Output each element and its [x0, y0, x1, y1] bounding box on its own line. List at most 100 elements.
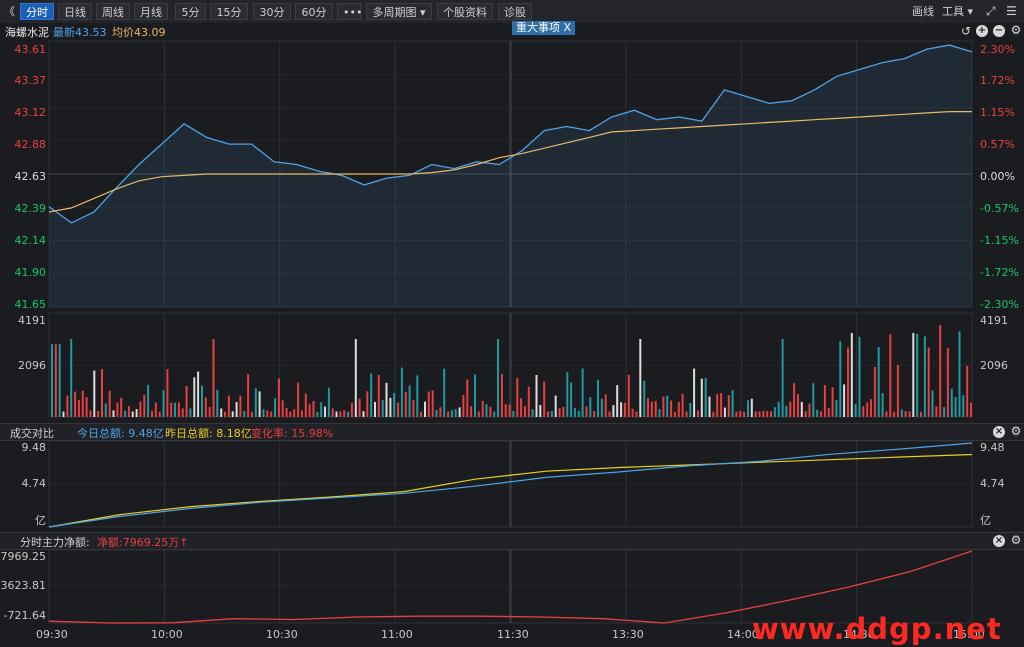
pct-tick: -1.15%: [980, 234, 1019, 247]
close-panel-icon[interactable]: ×: [993, 426, 1005, 438]
volume-bar: [316, 411, 319, 417]
volume-bar: [808, 403, 811, 417]
volume-bar: [620, 402, 623, 417]
pct-tick: 0.57%: [980, 138, 1015, 151]
price-tick: 42.39: [14, 202, 47, 215]
volume-bar: [458, 407, 461, 417]
volume-bar: [185, 386, 188, 417]
volume-bar: [327, 387, 330, 417]
time-tick: 11:00: [381, 628, 413, 641]
volume-bar: [204, 397, 207, 417]
price-tick: 42.63: [14, 170, 47, 183]
volume-bar: [662, 396, 665, 417]
volume-bar: [66, 395, 69, 417]
volume-bar: [631, 408, 634, 417]
volume-bar: [643, 380, 646, 417]
volume-bar: [570, 382, 573, 417]
volume-bar: [743, 411, 746, 417]
volume-bar: [189, 408, 192, 417]
volume-bar: [216, 389, 219, 417]
volume-bar: [727, 395, 730, 417]
volume-bar: [870, 399, 872, 417]
volume-bar: [420, 411, 423, 417]
volume-bar: [912, 333, 915, 417]
volume-bar: [435, 409, 438, 417]
volume-bar: [881, 393, 884, 417]
volume-bar: [166, 369, 169, 417]
volume-bar: [773, 407, 776, 417]
volume-bar: [762, 410, 765, 417]
volume-bar: [431, 390, 434, 417]
volume-bar: [970, 402, 972, 417]
volume-bar: [958, 331, 961, 417]
volume-bar: [739, 411, 742, 417]
volume-bar: [504, 404, 507, 417]
panel-settings-icon[interactable]: ⚙: [1010, 425, 1022, 437]
volume-bar: [335, 411, 338, 417]
volume-bar: [81, 390, 84, 417]
volume-bar: [647, 398, 649, 417]
volume-bar: [62, 411, 65, 417]
panel-settings-icon[interactable]: ⚙: [1010, 534, 1022, 546]
volume-bar: [797, 394, 799, 417]
volume-bar: [493, 411, 496, 417]
volume-bar: [747, 400, 749, 417]
time-tick: 13:30: [612, 628, 644, 641]
volume-bar: [243, 411, 246, 417]
volume-bar: [831, 387, 834, 417]
volume-bar: [350, 402, 353, 417]
volume-bar: [866, 402, 869, 417]
volume-bar: [885, 411, 888, 417]
change-rate: 变化率: 15.98%: [251, 427, 334, 440]
volume-bar: [927, 347, 930, 417]
time-tick: 10:00: [151, 628, 183, 641]
volume-bar: [220, 408, 223, 417]
volume-bar: [197, 371, 200, 417]
volume-bar: [516, 377, 519, 417]
volume-bar: [389, 397, 392, 417]
volume-bar: [689, 403, 692, 417]
pct-tick: 0.00%: [980, 170, 1015, 183]
volume-bar: [604, 394, 607, 417]
volume-bar: [946, 348, 949, 417]
volume-bar: [908, 411, 911, 417]
volume-bar: [547, 411, 549, 417]
volume-bar: [758, 411, 761, 417]
volume-bar: [289, 411, 292, 417]
turnover-max-left: 9.48: [21, 441, 47, 454]
price-tick: 43.61: [14, 43, 47, 56]
turnover-unit-left: 亿: [35, 514, 46, 527]
volume-bar: [616, 385, 619, 417]
volume-bar: [258, 391, 261, 417]
price-tick: 43.37: [14, 74, 47, 87]
volume-bar: [873, 367, 876, 417]
volume-bar: [766, 411, 769, 417]
volume-bar: [681, 393, 684, 417]
volume-bar: [358, 398, 361, 417]
volume-bar: [835, 400, 838, 417]
price-tick: 43.12: [14, 106, 47, 119]
volume-bar: [254, 388, 257, 417]
time-tick: 11:30: [497, 628, 529, 641]
volume-bar: [377, 375, 380, 417]
volume-bar: [497, 339, 499, 417]
volume-bar: [635, 411, 638, 417]
time-tick: 10:30: [266, 628, 298, 641]
volume-bar: [139, 401, 142, 417]
volume-bar: [347, 411, 350, 417]
volume-bar: [954, 397, 957, 417]
volume-bar: [266, 410, 269, 417]
turnover-title: 成交对比: [10, 427, 54, 440]
volume-bar: [462, 395, 465, 417]
volume-bar: [481, 400, 484, 417]
volume-bar: [904, 411, 907, 417]
volume-bar: [812, 383, 815, 417]
volume-bar: [224, 411, 226, 417]
volume-bar: [581, 368, 584, 417]
volume-bar: [650, 401, 653, 417]
volume-bar: [293, 409, 296, 417]
close-panel-icon[interactable]: ×: [993, 535, 1005, 547]
volume-bar: [577, 411, 580, 417]
volume-bar: [193, 377, 196, 417]
volume-bar: [558, 408, 561, 417]
